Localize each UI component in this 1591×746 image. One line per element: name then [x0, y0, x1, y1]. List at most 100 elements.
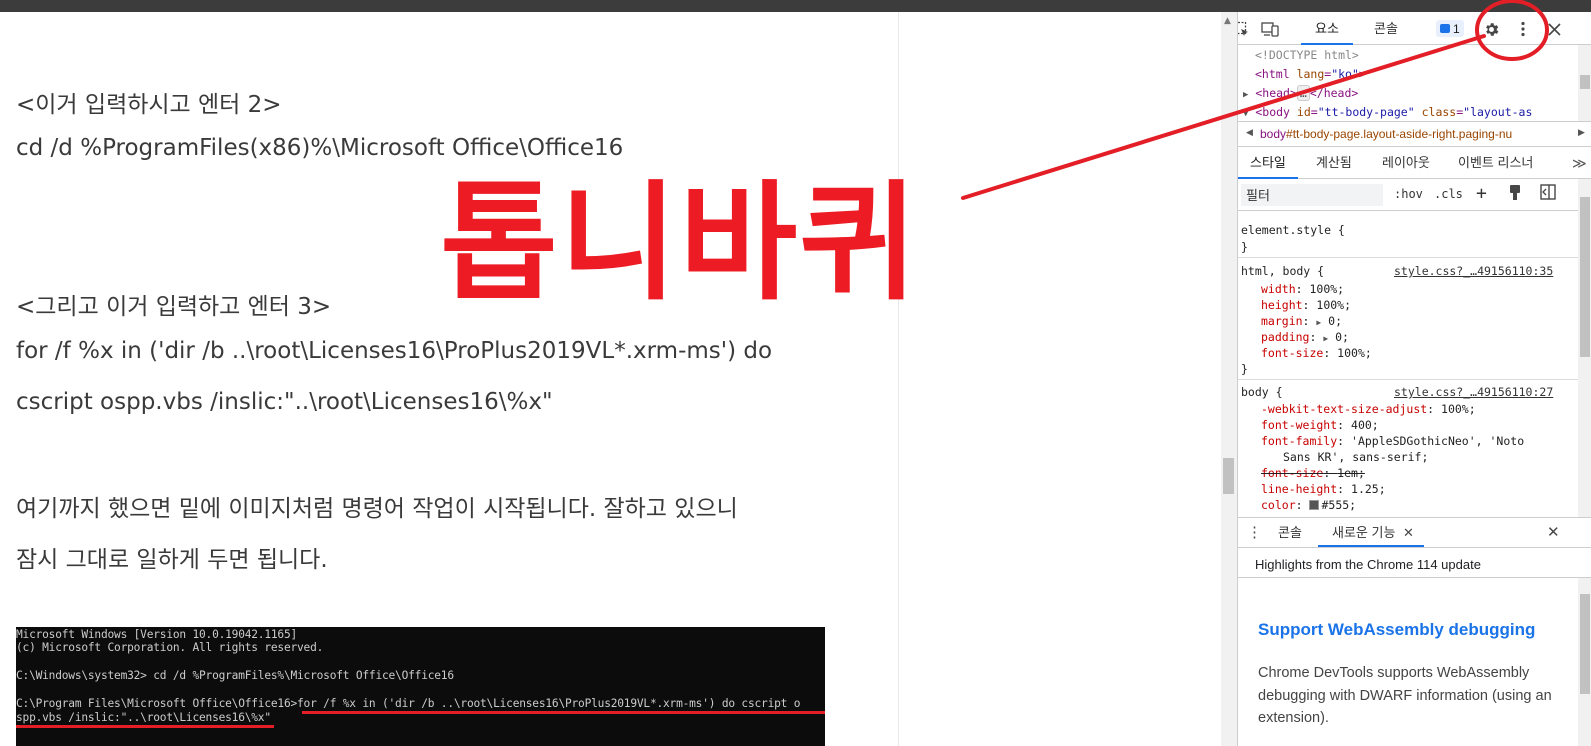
dom-scrollbar-thumb[interactable]	[1580, 75, 1590, 89]
dom-tree: <!DOCTYPE html> <html lang="ko"> ▶ <head…	[1238, 45, 1578, 121]
styles-scrollbar-thumb[interactable]	[1580, 197, 1590, 357]
body-id-value: "tt-body-page"	[1317, 105, 1415, 119]
drawer-tab-whats-new[interactable]: 새로운 기능 ✕	[1318, 518, 1424, 547]
styles-pane: element.style { } html, body { style.css…	[1238, 211, 1578, 517]
css-property[interactable]: font-family: 'AppleSDGothicNeo', 'Noto	[1261, 434, 1524, 448]
toggle-sidebar-icon[interactable]	[1540, 184, 1556, 203]
body-id-attr: id	[1296, 105, 1311, 119]
dom-node-body[interactable]: ▼ <body id="tt-body-page" class="layout-…	[1243, 105, 1532, 119]
body-tag: <body	[1255, 105, 1290, 119]
gear-icon[interactable]	[1481, 19, 1501, 39]
drawer-tab-whats-new-label: 새로운 기능	[1332, 525, 1396, 540]
element-style-selector[interactable]: element.style {	[1241, 223, 1345, 237]
whats-new-description: Chrome DevTools supports WebAssembly deb…	[1258, 665, 1552, 726]
rule-separator	[1238, 257, 1578, 258]
content-divider	[898, 12, 899, 746]
breadcrumb-selector: #tt-body-page.layout-aside-right.paging-…	[1286, 127, 1513, 141]
css-property[interactable]: width: 100%;	[1261, 282, 1344, 296]
dom-node-doctype[interactable]: <!DOCTYPE html>	[1255, 48, 1359, 62]
css-property[interactable]: font-weight: 400;	[1261, 418, 1379, 432]
rule1-selector[interactable]: html, body {	[1241, 264, 1324, 278]
dom-tree-scrollbar[interactable]	[1578, 45, 1591, 121]
terminal-underline	[302, 711, 825, 714]
step2-heading: <이거 입력하시고 엔터 2>	[16, 92, 282, 118]
devtools-panel: 요소 콘솔 1 <!DOCTYPE html> <html lang="ko">…	[1237, 12, 1591, 746]
color-format-icon[interactable]	[1508, 184, 1522, 204]
color-swatch[interactable]	[1309, 500, 1320, 510]
whats-new-scrollbar[interactable]	[1578, 578, 1591, 746]
tab-layout[interactable]: 레이아웃	[1376, 147, 1436, 179]
rule-separator	[1238, 379, 1578, 380]
window-top-bar	[0, 0, 1591, 12]
drawer-tabbar: ⋮ 콘솔 새로운 기능 ✕ ✕	[1238, 517, 1591, 548]
terminal-line: Microsoft Windows [Version 10.0.19042.11…	[16, 628, 298, 641]
whats-new-scrollbar-thumb[interactable]	[1580, 594, 1590, 694]
tab-computed[interactable]: 계산됨	[1310, 147, 1358, 179]
css-property[interactable]: font-size: 100%;	[1261, 346, 1372, 360]
rule2-source-link[interactable]: style.css?_…49156110:27	[1394, 385, 1553, 399]
page-scrollbar-thumb[interactable]	[1223, 458, 1234, 494]
close-drawer-icon[interactable]: ✕	[1547, 518, 1560, 547]
breadcrumb-item[interactable]: body#tt-body-page.layout-aside-right.pag…	[1260, 127, 1512, 141]
tab-console[interactable]: 콘솔	[1365, 12, 1407, 45]
expand-arrow-icon[interactable]: ▶	[1316, 318, 1321, 327]
styles-subtabs: 스타일 계산됨 레이아웃 이벤트 리스너 ≫	[1238, 147, 1591, 179]
expand-arrow-icon[interactable]: ▶	[1323, 334, 1328, 343]
rule-close-brace: }	[1241, 240, 1248, 254]
close-tab-icon[interactable]: ✕	[1403, 525, 1414, 540]
cls-toggle[interactable]: .cls	[1434, 187, 1463, 201]
gear-annotation-title: 톱니바퀴	[440, 169, 920, 318]
css-property-overridden[interactable]: font-size: 1em;	[1261, 466, 1365, 480]
html-attr-value: "ko"	[1331, 67, 1359, 81]
tab-event-listeners[interactable]: 이벤트 리스너	[1452, 147, 1539, 179]
message-count: 1	[1453, 21, 1460, 36]
whats-new-content: Support WebAssembly debugging Chrome Dev…	[1238, 578, 1578, 746]
terminal-line: C:\Windows\system32> cd /d %ProgramFiles…	[16, 669, 454, 682]
expand-arrow-icon[interactable]: ▼	[1243, 109, 1248, 119]
html-tag: <html	[1255, 67, 1290, 81]
message-icon	[1440, 24, 1450, 33]
styles-filter-input[interactable]	[1241, 184, 1383, 206]
styles-filter-bar: :hov .cls +	[1238, 179, 1591, 211]
breadcrumb-tag: body	[1260, 127, 1287, 141]
css-property[interactable]: margin: ▶ 0;	[1261, 314, 1342, 328]
drawer-tab-console[interactable]: 콘솔	[1264, 518, 1316, 547]
add-rule-icon[interactable]: +	[1476, 183, 1487, 204]
tab-elements[interactable]: 요소	[1301, 12, 1353, 45]
css-property[interactable]: height: 100%;	[1261, 298, 1351, 312]
terminal-line: C:\Program Files\Microsoft Office\Office…	[16, 697, 801, 710]
scroll-up-arrow[interactable]: ▲	[1224, 16, 1231, 26]
body-class-value: "layout-as	[1463, 105, 1533, 119]
device-toolbar-icon[interactable]	[1260, 19, 1280, 39]
step3-command-line1: for /f %x in ('dir /b ..\root\Licenses16…	[16, 338, 773, 364]
dom-node-html[interactable]: <html lang="ko">	[1255, 67, 1366, 81]
head-tag: <head>	[1255, 86, 1297, 100]
collapsed-ellipsis[interactable]: …	[1296, 85, 1310, 101]
css-property[interactable]: -webkit-text-size-adjust: 100%;	[1261, 402, 1476, 416]
dom-node-head[interactable]: ▶ <head>… </head>	[1243, 85, 1358, 101]
breadcrumb-right-arrow-icon[interactable]: ▶	[1578, 127, 1585, 138]
tab-styles[interactable]: 스타일	[1238, 147, 1298, 179]
terminal-line: spp.vbs /inslic:"..\root\Licenses16\%x"	[16, 711, 271, 724]
terminal-line: (c) Microsoft Corporation. All rights re…	[16, 641, 324, 654]
whats-new-title-link[interactable]: Support WebAssembly debugging	[1258, 620, 1535, 640]
expand-arrow-icon[interactable]: ▶	[1243, 90, 1248, 100]
message-count-badge[interactable]: 1	[1436, 20, 1464, 37]
more-tabs-chevron-icon[interactable]: ≫	[1572, 147, 1587, 179]
devtools-toolbar: 요소 콘솔 1	[1238, 12, 1591, 45]
whats-new-header: Highlights from the Chrome 114 update	[1238, 548, 1591, 578]
html-tag-close: >	[1358, 67, 1366, 81]
rule1-source-link[interactable]: style.css?_…49156110:35	[1394, 264, 1553, 278]
drawer-menu-icon[interactable]: ⋮	[1247, 518, 1262, 547]
inspect-icon[interactable]	[1238, 19, 1251, 39]
css-property[interactable]: color: #555;	[1261, 498, 1356, 512]
close-icon[interactable]	[1544, 19, 1564, 39]
rule2-selector[interactable]: body {	[1241, 385, 1283, 399]
css-property[interactable]: line-height: 1.25;	[1261, 482, 1386, 496]
hov-toggle[interactable]: :hov	[1394, 187, 1423, 201]
breadcrumb-left-arrow-icon[interactable]: ◀	[1246, 127, 1253, 138]
css-property[interactable]: padding: ▶ 0;	[1261, 330, 1349, 344]
styles-scrollbar[interactable]	[1578, 179, 1591, 517]
page-scrollbar[interactable]: ▲	[1221, 12, 1237, 746]
more-icon[interactable]	[1513, 19, 1533, 39]
